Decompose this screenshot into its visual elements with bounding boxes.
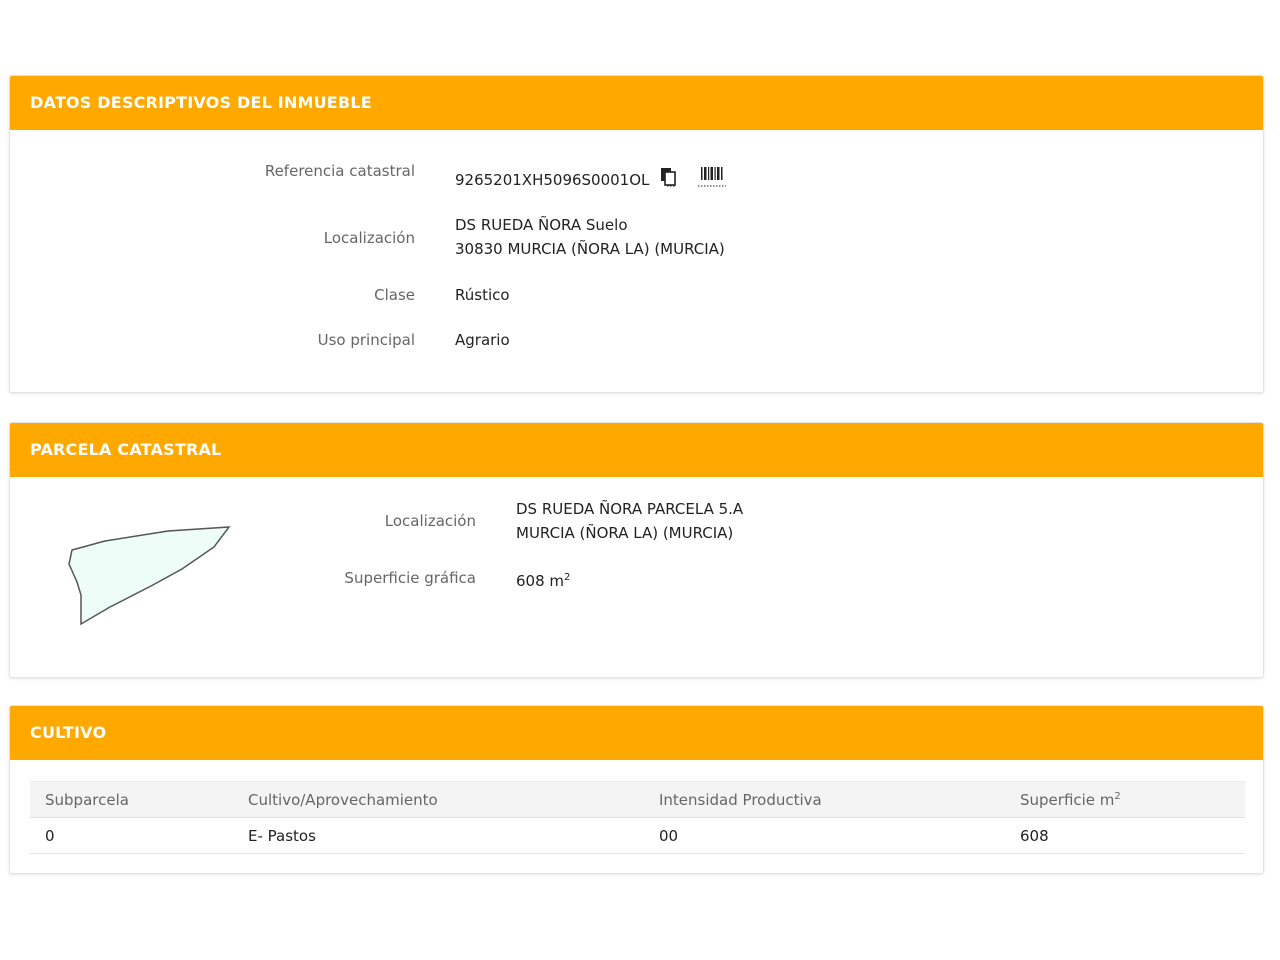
copy-icon[interactable]: [660, 167, 678, 194]
cultivo-table: Subparcela Cultivo/Aprovechamiento Inten…: [30, 781, 1245, 854]
cultivo-header-row: Subparcela Cultivo/Aprovechamiento Inten…: [30, 781, 1245, 818]
inmueble-header: DATOS DESCRIPTIVOS DEL INMUEBLE: [10, 76, 1263, 130]
cell-cultivo: E- Pastos: [233, 817, 644, 854]
superficie-label: Superficie gráfica: [344, 569, 476, 587]
referencia-row: 9265201XH5096S0001OL: [455, 166, 727, 195]
inmueble-panel: DATOS DESCRIPTIVOS DEL INMUEBLE Referenc…: [9, 75, 1264, 393]
cultivo-panel: CULTIVO Subparcela Cultivo/Aprovechamien…: [9, 705, 1264, 874]
localizacion-value: DS RUEDA ÑORA Suelo 30830 MURCIA (ÑORA L…: [455, 213, 725, 261]
referencia-label: Referencia catastral: [264, 162, 415, 180]
cell-subparcela: 0: [30, 817, 233, 854]
localizacion-line2: 30830 MURCIA (ÑORA LA) (MURCIA): [455, 240, 725, 258]
clase-value: Rústico: [455, 286, 510, 304]
parcela-localizacion-label: Localización: [384, 512, 476, 530]
referencia-value: 9265201XH5096S0001OL: [455, 171, 650, 189]
col-subparcela: Subparcela: [30, 781, 233, 818]
superficie-sup: 2: [564, 572, 571, 583]
localizacion-line1: DS RUEDA ÑORA Suelo: [455, 216, 628, 234]
col-cultivo: Cultivo/Aprovechamiento: [233, 781, 644, 818]
col-intensidad: Intensidad Productiva: [644, 781, 1005, 818]
cell-superficie: 608: [1005, 817, 1245, 854]
parcela-localizacion-line2: MURCIA (ÑORA LA) (MURCIA): [516, 524, 734, 542]
col-superficie-label: Superficie m: [1020, 790, 1115, 809]
cell-intensidad: 00: [644, 817, 1005, 854]
uso-value: Agrario: [455, 331, 510, 349]
cultivo-header: CULTIVO: [10, 706, 1263, 760]
parcela-panel: PARCELA CATASTRAL Localización DS RUEDA …: [9, 422, 1264, 678]
barcode-icon[interactable]: [698, 166, 727, 195]
localizacion-label: Localización: [323, 229, 415, 247]
parcela-localizacion-line1: DS RUEDA ÑORA PARCELA 5.A: [516, 500, 744, 518]
superficie-value: 608 m2: [516, 566, 570, 593]
col-superficie-sup: 2: [1114, 790, 1121, 802]
parcela-header: PARCELA CATASTRAL: [10, 423, 1263, 477]
superficie-number: 608 m: [516, 572, 565, 590]
clase-label: Clase: [374, 286, 415, 304]
uso-label: Uso principal: [317, 331, 415, 349]
col-superficie: Superficie m2: [1005, 781, 1245, 818]
table-row: 0 E- Pastos 00 608: [30, 817, 1245, 854]
parcela-localizacion-value: DS RUEDA ÑORA PARCELA 5.A MURCIA (ÑORA L…: [516, 497, 743, 545]
